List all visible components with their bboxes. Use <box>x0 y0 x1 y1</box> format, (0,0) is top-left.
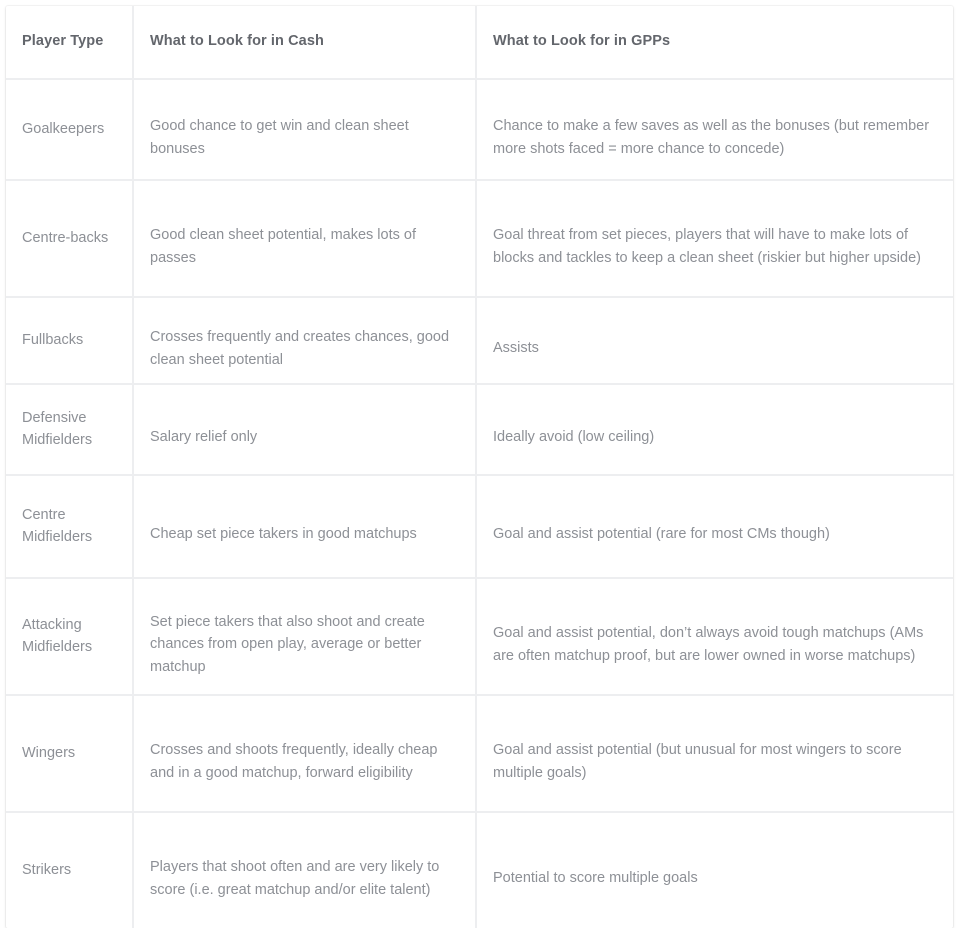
table-row: Defensive Midfielders Salary relief only… <box>6 384 953 476</box>
table-row: Strikers Players that shoot often and ar… <box>6 812 953 928</box>
column-header-player-type-label: Player Type <box>22 33 104 50</box>
player-type-text: Attacking Midfielders <box>22 617 93 655</box>
cash-text: Salary relief only <box>150 429 258 446</box>
table-row: Fullbacks Crosses frequently and creates… <box>6 297 953 385</box>
player-type-strategy-table: Player Type What to Look for in Cash Wha… <box>6 6 953 928</box>
reference-table-card: Player Type What to Look for in Cash Wha… <box>6 6 953 928</box>
table-header: Player Type What to Look for in Cash Wha… <box>6 6 953 80</box>
cell-cash: Crosses and shoots frequently, ideally c… <box>133 695 477 813</box>
cell-gpp: Assists <box>476 297 953 385</box>
cell-gpp: Goal and assist potential (but unusual f… <box>476 695 953 813</box>
cell-gpp: Chance to make a few saves as well as th… <box>476 79 953 181</box>
cell-cash: Good chance to get win and clean sheet b… <box>133 79 477 181</box>
cell-cash: Cheap set piece takers in good matchups <box>133 475 477 579</box>
table-row: Wingers Crosses and shoots frequently, i… <box>6 695 953 813</box>
cell-gpp: Goal threat from set pieces, players tha… <box>476 180 953 298</box>
column-header-gpp-label: What to Look for in GPPs <box>493 33 671 50</box>
cash-text: Good clean sheet potential, makes lots o… <box>150 227 416 266</box>
gpp-text: Potential to score multiple goals <box>493 870 698 887</box>
cell-gpp: Goal and assist potential, don’t always … <box>476 578 953 696</box>
cell-player-type: Defensive Midfielders <box>6 384 134 476</box>
cell-player-type: Attacking Midfielders <box>6 578 134 696</box>
cash-text: Set piece takers that also shoot and cre… <box>150 614 425 675</box>
player-type-text: Centre Midfielders <box>22 507 93 545</box>
cell-cash: Crosses frequently and creates chances, … <box>133 297 477 385</box>
player-type-text: Fullbacks <box>22 331 84 348</box>
gpp-text: Assists <box>493 340 539 357</box>
column-header-cash: What to Look for in Cash <box>133 6 477 80</box>
cell-cash: Players that shoot often and are very li… <box>133 812 477 928</box>
table-row: Centre-backs Good clean sheet potential,… <box>6 180 953 298</box>
column-header-cash-label: What to Look for in Cash <box>150 33 324 50</box>
gpp-text: Goal and assist potential, don’t always … <box>493 625 924 664</box>
table-header-row: Player Type What to Look for in Cash Wha… <box>6 6 953 80</box>
cell-cash: Good clean sheet potential, makes lots o… <box>133 180 477 298</box>
cell-cash: Set piece takers that also shoot and cre… <box>133 578 477 696</box>
gpp-text: Goal and assist potential (rare for most… <box>493 526 830 543</box>
column-header-gpp: What to Look for in GPPs <box>476 6 953 80</box>
gpp-text: Goal and assist potential (but unusual f… <box>493 742 902 781</box>
cell-player-type: Goalkeepers <box>6 79 134 181</box>
player-type-text: Centre-backs <box>22 229 109 246</box>
cell-player-type: Centre Midfielders <box>6 475 134 579</box>
gpp-text: Chance to make a few saves as well as th… <box>493 118 930 157</box>
cash-text: Crosses frequently and creates chances, … <box>150 329 450 368</box>
cell-gpp: Potential to score multiple goals <box>476 812 953 928</box>
cell-gpp: Goal and assist potential (rare for most… <box>476 475 953 579</box>
cash-text: Crosses and shoots frequently, ideally c… <box>150 742 438 781</box>
cell-player-type: Fullbacks <box>6 297 134 385</box>
cell-player-type: Wingers <box>6 695 134 813</box>
table-row: Goalkeepers Good chance to get win and c… <box>6 79 953 181</box>
cash-text: Cheap set piece takers in good matchups <box>150 526 417 543</box>
cash-text: Good chance to get win and clean sheet b… <box>150 118 409 157</box>
player-type-text: Defensive Midfielders <box>22 410 93 448</box>
cell-cash: Salary relief only <box>133 384 477 476</box>
cell-player-type: Centre-backs <box>6 180 134 298</box>
gpp-text: Goal threat from set pieces, players tha… <box>493 227 921 266</box>
table-row: Attacking Midfielders Set piece takers t… <box>6 578 953 696</box>
gpp-text: Ideally avoid (low ceiling) <box>493 429 655 446</box>
player-type-text: Strikers <box>22 861 72 878</box>
column-header-player-type: Player Type <box>6 6 134 80</box>
cell-player-type: Strikers <box>6 812 134 928</box>
table-row: Centre Midfielders Cheap set piece taker… <box>6 475 953 579</box>
player-type-text: Goalkeepers <box>22 120 105 137</box>
player-type-text: Wingers <box>22 744 76 761</box>
cash-text: Players that shoot often and are very li… <box>150 859 440 898</box>
table-body: Goalkeepers Good chance to get win and c… <box>6 79 953 928</box>
cell-gpp: Ideally avoid (low ceiling) <box>476 384 953 476</box>
